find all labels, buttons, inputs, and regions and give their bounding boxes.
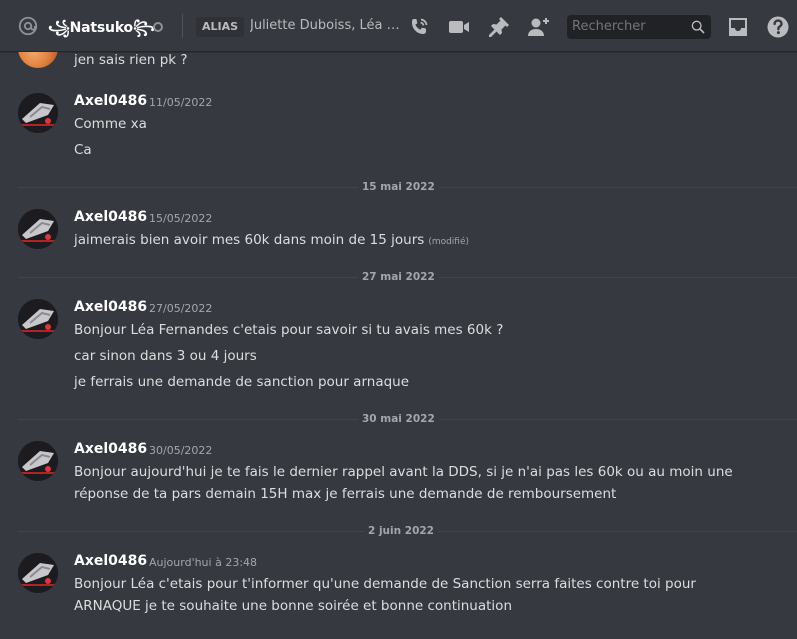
message-line: Bonjour aujourd'hui je te fais le dernie… (74, 464, 733, 480)
avatar-image (18, 299, 58, 339)
day-divider-label: 27 mai 2022 (358, 271, 439, 283)
message-timestamp: 11/05/2022 (149, 96, 213, 109)
avatar[interactable] (18, 93, 58, 133)
message-line: ARNAQUE je te souhaite une bonne soirée … (74, 598, 512, 614)
edited-tag: (modifié) (428, 237, 470, 247)
message-author[interactable]: Axel0486 (74, 441, 147, 457)
alias-badge: ALIAS (196, 17, 245, 37)
pin-icon[interactable] (487, 15, 511, 39)
avatar-image (18, 553, 58, 593)
message-author[interactable]: Axel0486 (74, 299, 147, 315)
message-author[interactable]: Axel0486 (74, 209, 147, 225)
message-line: Bonjour Léa Fernandes c'etais pour savoi… (74, 322, 504, 338)
message-line: Comme xa (74, 116, 147, 132)
avatar[interactable] (18, 52, 58, 68)
search-input[interactable] (572, 19, 682, 34)
channel-title: ꧁Natsuko꧂ (48, 20, 155, 36)
video-icon[interactable] (447, 15, 471, 39)
day-divider-label: 30 mai 2022 (358, 413, 439, 425)
avatar[interactable] (18, 209, 58, 249)
message-line: Ca (74, 142, 92, 158)
avatar[interactable] (18, 553, 58, 593)
day-divider-label: 2 juin 2022 (364, 525, 438, 537)
help-icon[interactable] (766, 15, 790, 39)
search-box[interactable] (567, 15, 711, 39)
message-author[interactable]: Axel0486 (74, 553, 147, 569)
call-icon[interactable] (407, 15, 431, 39)
header-divider (182, 14, 183, 38)
message-line: car sinon dans 3 ou 4 jours (74, 348, 257, 364)
avatar-image (18, 209, 58, 249)
message-timestamp: 30/05/2022 (149, 444, 213, 457)
message-timestamp: 15/05/2022 (149, 212, 213, 225)
at-icon (18, 16, 38, 36)
message-timestamp: Aujourd'hui à 23:48 (149, 556, 258, 569)
message-line: jen sais rien pk ? (74, 52, 188, 68)
channel-header: ꧁Natsuko꧂ ALIAS Juliette Duboiss, Léa Fe… (0, 0, 797, 52)
avatar-image (18, 441, 58, 481)
avatar[interactable] (18, 441, 58, 481)
alias-names[interactable]: Juliette Duboiss, Léa Fernandes (250, 18, 400, 33)
message-line: Bonjour Léa c'etais pour t'informer qu'u… (74, 576, 696, 592)
message-list: jen sais rien pk ? Axel0486 11/05/2022 C… (0, 52, 797, 639)
message-line: jaimerais bien avoir mes 60k dans moin d… (74, 232, 469, 248)
message-line: réponse de ta pars demain 15H max je fer… (74, 486, 617, 502)
message-text: jaimerais bien avoir mes 60k dans moin d… (74, 232, 425, 248)
search-icon[interactable] (690, 19, 706, 35)
avatar[interactable] (18, 299, 58, 339)
day-divider-label: 15 mai 2022 (358, 181, 439, 193)
message-author[interactable]: Axel0486 (74, 93, 147, 109)
add-member-icon[interactable] (527, 15, 551, 39)
status-icon (153, 22, 163, 32)
message-line: je ferrais une demande de sanction pour … (74, 374, 410, 390)
avatar-image (18, 93, 58, 133)
message-timestamp: 27/05/2022 (149, 302, 213, 315)
inbox-icon[interactable] (726, 15, 750, 39)
